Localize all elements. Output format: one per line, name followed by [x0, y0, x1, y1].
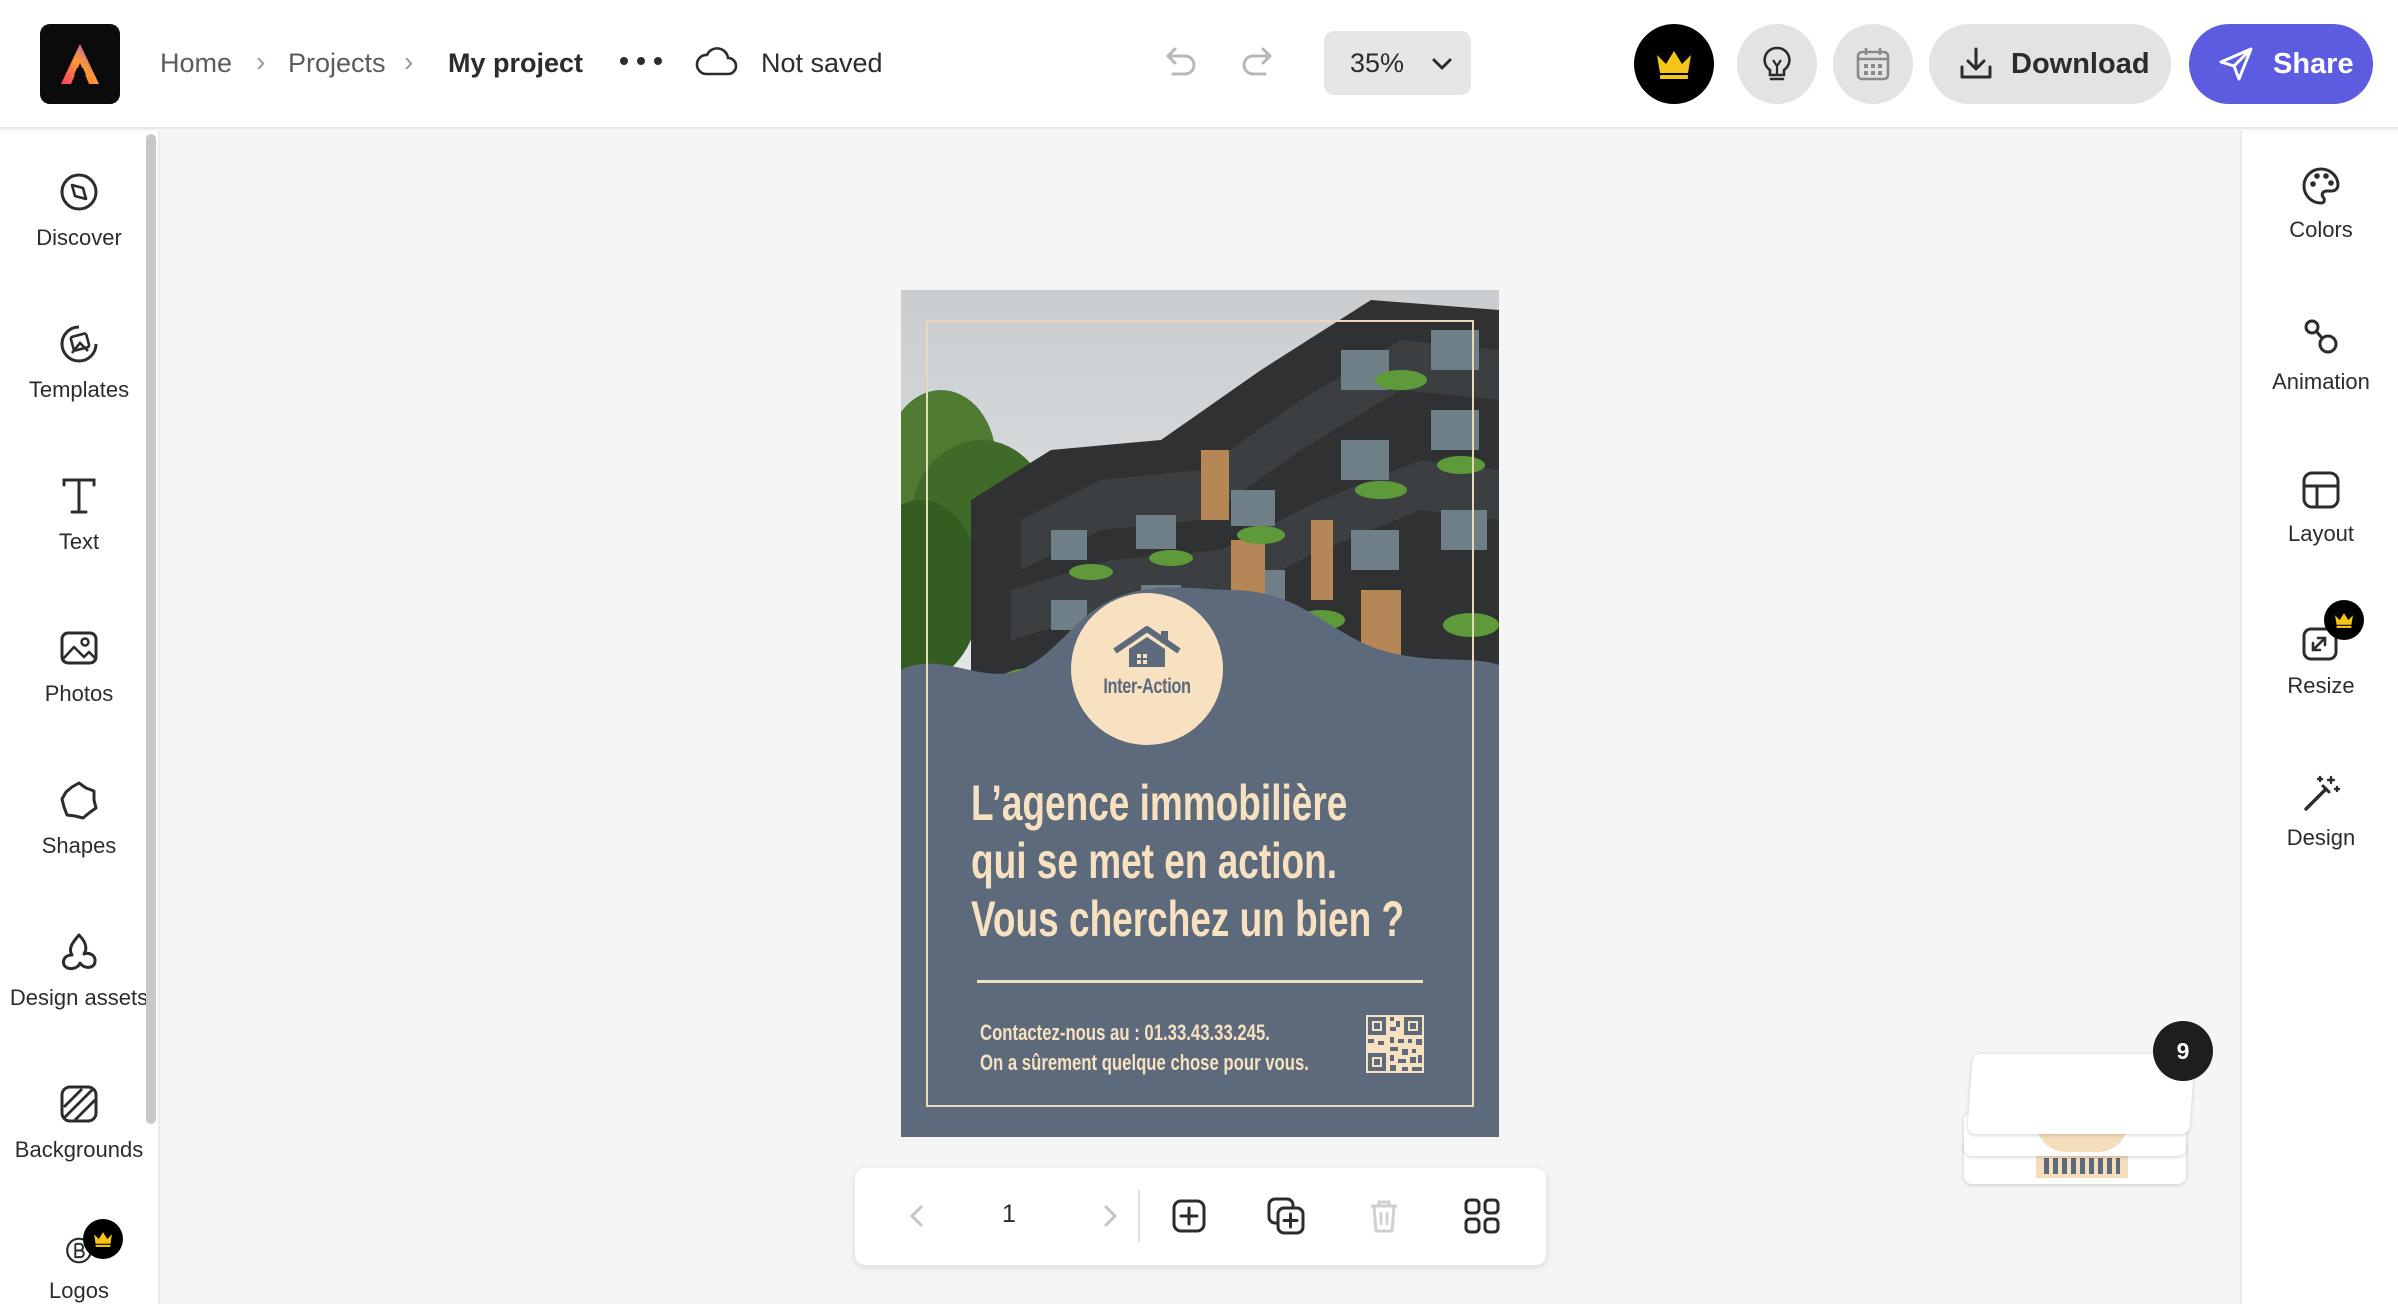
nav-label: Logos — [49, 1278, 109, 1303]
app-logo[interactable] — [40, 24, 120, 104]
nav-label: Design assets — [9, 985, 149, 1010]
nav-photos[interactable]: Photos — [0, 627, 158, 747]
brand-logo[interactable]: Inter-Action — [1071, 593, 1223, 745]
backgrounds-icon — [60, 1085, 98, 1123]
nav-resize[interactable]: Resize — [2242, 621, 2398, 741]
ideas-button[interactable] — [1737, 24, 1817, 104]
redo-icon[interactable] — [1237, 40, 1281, 84]
photo-icon — [60, 631, 98, 665]
download-label: Download — [2011, 47, 2150, 80]
nav-shapes[interactable]: Shapes — [0, 779, 158, 899]
palette-icon — [2302, 167, 2340, 205]
contact-text[interactable]: Contactez-nous au : 01.33.43.33.245. On … — [980, 1018, 1309, 1078]
contact-line: Contactez-nous au : 01.33.43.33.245. — [980, 1020, 1270, 1045]
nav-label: Text — [58, 529, 100, 554]
more-options-button[interactable] — [620, 44, 662, 78]
send-icon — [2219, 47, 2253, 81]
download-icon — [1960, 47, 1992, 79]
crown-icon — [1657, 51, 1691, 79]
breadcrumb-current-project[interactable]: My project — [448, 48, 583, 79]
chevron-right-icon: › — [404, 46, 414, 77]
brand-name: Inter-Action — [1103, 675, 1191, 698]
qr-code-icon[interactable] — [1366, 1015, 1424, 1073]
breadcrumb-home[interactable]: Home — [160, 48, 232, 79]
chevron-right-icon: › — [256, 46, 266, 77]
nav-backgrounds[interactable]: Backgrounds — [0, 1083, 158, 1203]
compass-icon — [60, 173, 98, 211]
headline-line: Vous cherchez un bien ? — [971, 891, 1405, 947]
nav-label: Shapes — [41, 833, 117, 858]
crown-icon — [2335, 613, 2353, 628]
nav-label: Colors — [2289, 217, 2353, 242]
text-icon — [62, 478, 96, 514]
flyer-headline[interactable]: L’agence immobilière qui se met en actio… — [971, 774, 1405, 948]
nav-colors[interactable]: Colors — [2242, 165, 2398, 285]
lightbulb-icon — [1763, 46, 1791, 81]
nav-label: Animation — [2272, 369, 2370, 394]
top-bar: Home › Projects › My project Not saved 3… — [0, 0, 2398, 129]
download-button[interactable]: Download — [1929, 24, 2171, 104]
nav-layout[interactable]: Layout — [2242, 469, 2398, 589]
share-label: Share — [2273, 47, 2354, 80]
page-navigation-bar: 1 — [855, 1168, 1546, 1265]
crown-icon — [94, 1232, 112, 1247]
save-status: Not saved — [761, 48, 883, 78]
nav-animation[interactable]: Animation — [2242, 317, 2398, 437]
nav-design[interactable]: Design — [2242, 773, 2398, 893]
nav-text[interactable]: Text — [0, 475, 158, 595]
left-panel-scrollbar[interactable] — [146, 134, 156, 1124]
shapes-icon — [60, 781, 98, 820]
design-canvas[interactable]: Inter-Action L’agence immobilière qui se… — [901, 290, 1499, 1137]
app-logo-icon — [61, 44, 99, 84]
breadcrumb-projects[interactable]: Projects — [288, 48, 386, 79]
add-page-icon[interactable] — [1169, 1196, 1209, 1236]
zoom-value: 35% — [1350, 47, 1405, 78]
calendar-icon — [1856, 48, 1890, 81]
delete-page-icon[interactable] — [1364, 1196, 1404, 1236]
nav-label: Templates — [28, 377, 130, 402]
templates-icon — [60, 325, 98, 363]
chevron-down-icon — [1432, 58, 1452, 70]
next-page-icon[interactable] — [1090, 1196, 1130, 1236]
zoom-select[interactable]: 35% — [1324, 31, 1471, 95]
design-assets-icon — [62, 933, 97, 971]
nav-design-assets[interactable]: Design assets — [0, 931, 158, 1051]
right-panel: Colors Animation Layout Resize Design — [2240, 131, 2398, 1304]
left-panel: Discover Templates Text Photos Shapes De… — [0, 131, 160, 1304]
nav-label: Backgrounds — [14, 1137, 144, 1162]
page-count-badge: 9 — [2153, 1021, 2213, 1081]
premium-button[interactable] — [1634, 24, 1714, 104]
current-page-number: 1 — [1002, 1200, 1016, 1228]
nav-label: Layout — [2287, 521, 2355, 546]
premium-badge — [2324, 600, 2364, 640]
share-button[interactable]: Share — [2189, 24, 2373, 104]
grid-view-icon[interactable] — [1462, 1196, 1502, 1236]
nav-label: Resize — [2287, 673, 2355, 698]
premium-badge — [83, 1219, 123, 1259]
nav-templates[interactable]: Templates — [0, 323, 158, 443]
headline-line: L’agence immobilière — [971, 775, 1348, 831]
layout-icon — [2302, 471, 2340, 509]
previous-page-icon[interactable] — [897, 1196, 937, 1236]
duplicate-page-icon[interactable] — [1266, 1196, 1306, 1236]
cloud-icon — [695, 47, 738, 76]
divider — [1138, 1190, 1140, 1242]
headline-line: qui se met en action. — [971, 833, 1337, 889]
house-icon — [1113, 626, 1181, 667]
animation-icon — [2304, 319, 2338, 354]
nav-discover[interactable]: Discover — [0, 171, 158, 291]
contact-line: On a sûrement quelque chose pour vous. — [980, 1050, 1309, 1075]
nav-logos[interactable]: Logos — [0, 1235, 158, 1304]
nav-label: Photos — [44, 681, 114, 706]
divider-line[interactable] — [977, 980, 1423, 983]
nav-label: Discover — [36, 225, 122, 250]
schedule-button[interactable] — [1833, 24, 1913, 104]
nav-label: Design — [2286, 825, 2356, 850]
magic-wand-icon — [2304, 775, 2341, 811]
undo-icon[interactable] — [1157, 40, 1201, 84]
